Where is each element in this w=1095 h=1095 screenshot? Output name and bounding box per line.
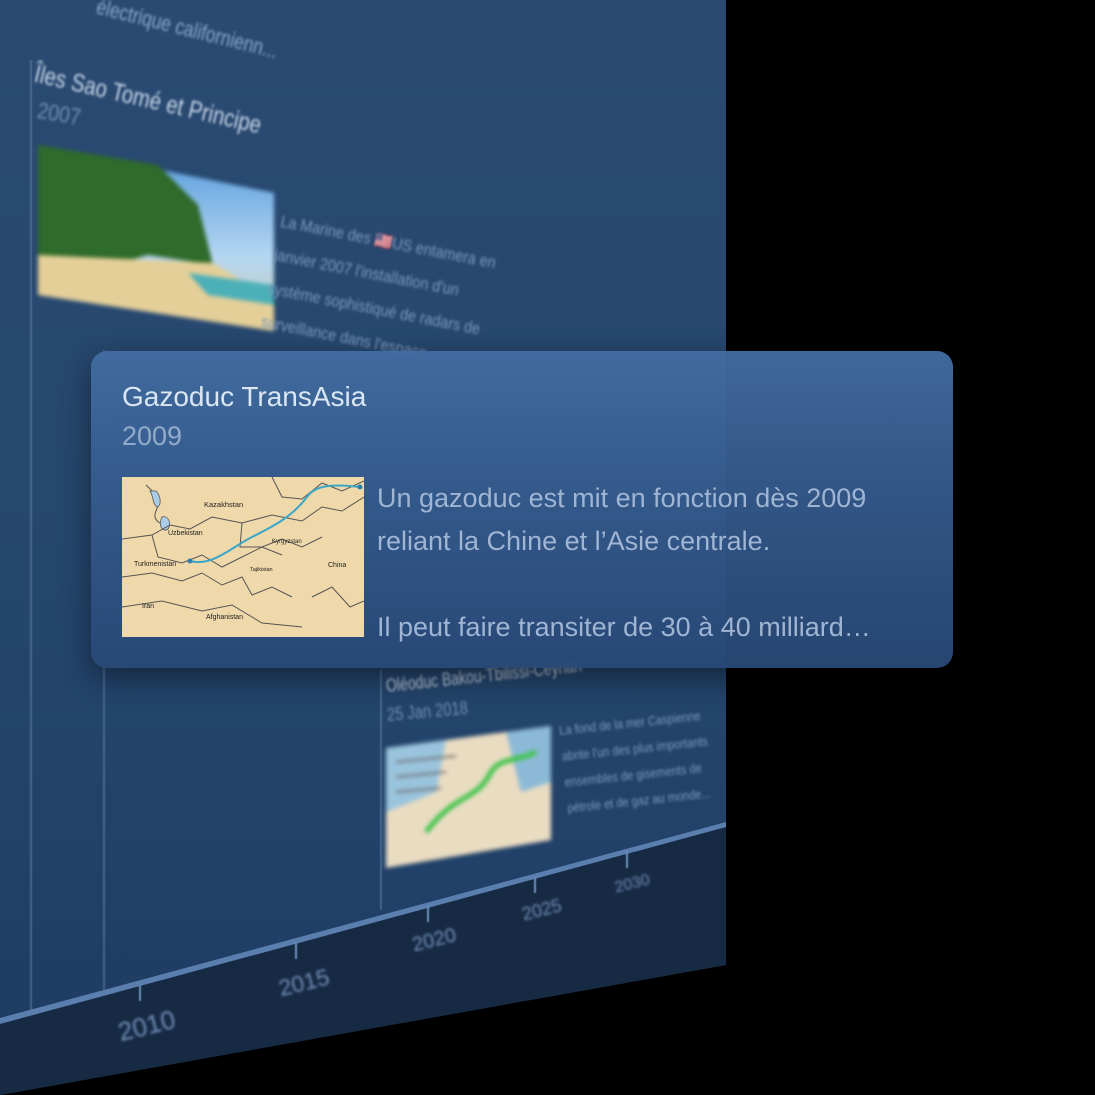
card-description: Un gazoduc est mit en fonction dès 2009 … (377, 477, 937, 649)
map-label-afghanistan: Afghanistan (206, 614, 243, 621)
axis-tick (139, 985, 141, 1001)
pipeline-map-thumbnail (386, 726, 551, 868)
axis-tick (534, 877, 536, 893)
map-label-uzbekistan: Uzbekistan (168, 530, 203, 537)
card-title: Gazoduc TransAsia (122, 381, 367, 412)
map-label-turkmenistan: Turkmenistan (134, 561, 176, 568)
beach-thumbnail (38, 145, 274, 331)
axis-tick (295, 943, 297, 959)
map-label-kyrgyzstan: Kyrgyzstan (272, 539, 302, 545)
map-graphic: Kazakhstan Uzbekistan Kyrgyzstan Turkmen… (122, 477, 364, 637)
event-description: La fond de la mer Caspienne abrite l'un … (558, 708, 712, 816)
map-label-china: China (328, 562, 346, 569)
event-card-gazoduc-transasia[interactable]: Gazoduc TransAsia 2009 Kazakhstan Uzbeki… (91, 351, 953, 668)
card-year: 2009 (122, 421, 183, 451)
event-connector-line (30, 60, 32, 1010)
card-description-paragraph-1: Un gazoduc est mit en fonction dès 2009 … (377, 483, 867, 556)
central-asia-map-image: Kazakhstan Uzbekistan Kyrgyzstan Turkmen… (122, 477, 364, 637)
axis-tick (626, 852, 628, 868)
map-label-iran: Iran (142, 603, 154, 610)
map-label-tajikistan: Tajikistan (250, 567, 273, 573)
axis-tick (427, 906, 429, 922)
card-description-paragraph-2: Il peut faire transiter de 30 à 40 milli… (377, 612, 871, 642)
event-connector-line (380, 670, 382, 910)
map-label-kazakhstan: Kazakhstan (204, 500, 243, 509)
